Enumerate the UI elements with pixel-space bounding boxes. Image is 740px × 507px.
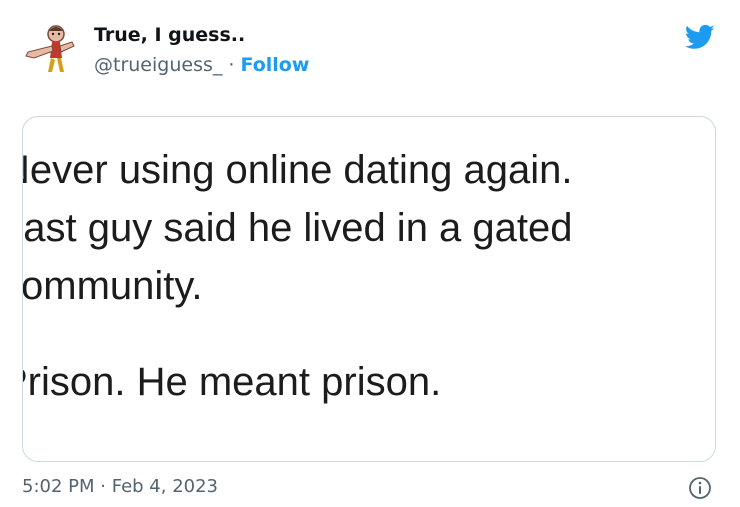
- timestamp-separator: ·: [94, 476, 112, 497]
- handle[interactable]: @trueiguess_: [94, 54, 222, 76]
- tweet-card: True, I guess.. @trueiguess_ · Follow Ne…: [0, 0, 740, 507]
- media-line: Never using online dating again.: [22, 148, 573, 192]
- timestamp[interactable]: 5:02 PM · Feb 4, 2023: [22, 476, 218, 497]
- follow-button[interactable]: Follow: [241, 54, 310, 76]
- time: 5:02 PM: [22, 476, 95, 497]
- media-text: Never using online dating again. Last gu…: [22, 141, 573, 411]
- media-line: Last guy said he lived in a gated: [22, 206, 573, 250]
- display-name[interactable]: True, I guess..: [94, 24, 245, 46]
- date: Feb 4, 2023: [111, 476, 218, 497]
- media-line: community.: [22, 264, 203, 308]
- twitter-bird-icon[interactable]: [683, 22, 717, 52]
- handle-separator: ·: [222, 54, 241, 76]
- avatar[interactable]: [22, 22, 82, 76]
- info-circle-icon[interactable]: [688, 476, 712, 500]
- media-line: Prison. He meant prison.: [22, 360, 442, 404]
- handle-row: @trueiguess_ · Follow: [94, 54, 309, 76]
- media-image[interactable]: Never using online dating again. Last gu…: [22, 116, 716, 462]
- cartoon-character-avatar-icon: [25, 25, 75, 72]
